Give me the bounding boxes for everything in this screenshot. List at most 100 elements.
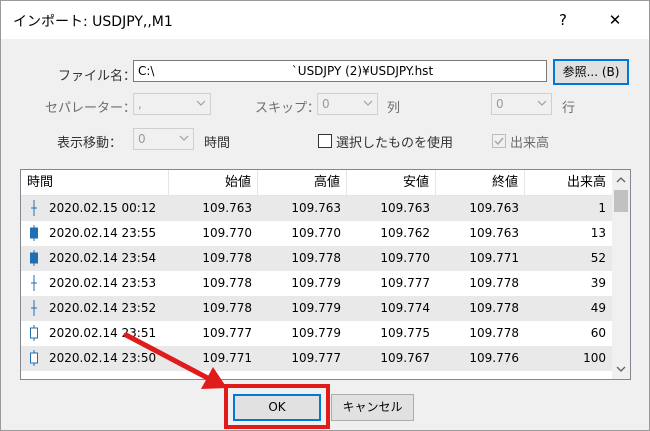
import-dialog: インポート: USDJPY,,M1 ? ✕ ファイル名： C:\ `USDJPY… xyxy=(0,0,650,431)
cell-high: 109.779 xyxy=(291,301,341,315)
row-value: 0 xyxy=(496,97,504,111)
table-row[interactable]: 2020.02.14 23:53 109.778 109.779 109.777 109… xyxy=(21,271,612,296)
close-button[interactable]: ✕ xyxy=(595,5,635,35)
cell-close: 109.778 xyxy=(469,301,519,315)
cell-close: 109.778 xyxy=(469,326,519,340)
scrollbar-thumb[interactable] xyxy=(614,190,628,212)
cell-volume: 52 xyxy=(590,251,606,265)
cell-volume: 13 xyxy=(590,226,606,240)
help-button[interactable]: ? xyxy=(543,5,583,35)
use-selected-checkbox[interactable] xyxy=(318,134,332,148)
bar-flat-icon xyxy=(31,200,37,216)
cell-open: 109.778 xyxy=(202,276,252,290)
row-select[interactable]: 0 xyxy=(491,93,552,115)
cell-volume: 60 xyxy=(590,326,606,340)
skip-value: 0 xyxy=(322,97,330,111)
cell-volume: 1 xyxy=(598,201,606,215)
cell-low: 109.763 xyxy=(380,201,430,215)
cell-low: 109.767 xyxy=(380,351,430,365)
vertical-scrollbar[interactable] xyxy=(612,170,630,379)
ok-highlight-box xyxy=(224,384,330,429)
cell-low: 109.774 xyxy=(380,301,430,315)
volume-checkbox[interactable] xyxy=(492,134,506,148)
cell-time: 2020.02.14 23:55 xyxy=(49,226,157,240)
time-shift-label: 表示移動： xyxy=(57,136,123,151)
title-bar: インポート: USDJPY,,M1 ? ✕ xyxy=(1,1,649,39)
cell-low: 109.762 xyxy=(380,226,430,240)
chevron-down-icon xyxy=(196,100,206,106)
cell-time: 2020.02.14 23:51 xyxy=(49,326,157,340)
column-header-high[interactable]: 高値 xyxy=(258,170,347,196)
chevron-down-icon xyxy=(179,135,189,141)
cell-close: 109.771 xyxy=(469,251,519,265)
cell-volume: 39 xyxy=(590,276,606,290)
dialog-title: インポート: USDJPY,,M1 xyxy=(13,14,173,30)
cell-volume: 100 xyxy=(583,351,606,365)
cell-time: 2020.02.14 23:50 xyxy=(49,351,157,365)
chevron-down-icon xyxy=(537,100,547,106)
cell-low: 109.775 xyxy=(380,326,430,340)
column-header-low[interactable]: 安値 xyxy=(347,170,436,196)
cell-time: 2020.02.14 23:52 xyxy=(49,301,157,315)
cell-open: 109.778 xyxy=(202,301,252,315)
cancel-button[interactable]: キャンセル xyxy=(331,394,414,421)
skip-select[interactable]: 0 xyxy=(317,93,378,115)
cell-high: 109.778 xyxy=(291,251,341,265)
time-shift-value: 0 xyxy=(138,132,146,146)
skip-label: スキップ： xyxy=(255,101,321,116)
column-header-close[interactable]: 終値 xyxy=(436,170,525,196)
table-row[interactable]: 2020.02.14 23:55 109.770 109.770 109.762 109… xyxy=(21,221,612,246)
chevron-down-icon xyxy=(363,100,373,106)
checkmark-icon xyxy=(494,137,504,146)
cell-high: 109.779 xyxy=(291,326,341,340)
use-selected-label: 選択したものを使用 xyxy=(336,136,454,151)
cell-high: 109.763 xyxy=(291,201,341,215)
row-unit-label: 行 xyxy=(562,101,576,116)
column-header-open[interactable]: 始値 xyxy=(169,170,258,196)
table-row[interactable]: 2020.02.14 23:52 109.778 109.779 109.774 109… xyxy=(21,296,612,321)
scroll-up-icon[interactable] xyxy=(615,175,627,185)
cell-close: 109.778 xyxy=(469,276,519,290)
file-name-field[interactable]: C:\ `USDJPY (2)¥USDJPY.hst xyxy=(133,60,547,82)
bar-flat-icon xyxy=(31,300,37,316)
table-row[interactable]: 2020.02.14 23:54 109.778 109.778 109.770 109… xyxy=(21,246,612,271)
cell-low: 109.770 xyxy=(380,251,430,265)
candle-up-icon xyxy=(30,325,38,341)
column-unit-label: 列 xyxy=(387,101,401,116)
cell-open: 109.778 xyxy=(202,251,252,265)
scroll-down-icon[interactable] xyxy=(615,364,627,374)
separator-select[interactable]: , xyxy=(133,93,211,115)
cell-high: 109.779 xyxy=(291,276,341,290)
cell-high: 109.770 xyxy=(291,226,341,240)
cell-volume: 49 xyxy=(590,301,606,315)
candle-up-icon xyxy=(30,350,38,366)
table-row[interactable]: 2020.02.14 23:50 109.771 109.777 109.767 109… xyxy=(21,346,612,371)
cell-close: 109.763 xyxy=(469,226,519,240)
cell-time: 2020.02.14 23:54 xyxy=(49,251,157,265)
cell-time: 2020.02.15 00:12 xyxy=(49,201,157,215)
cell-open: 109.777 xyxy=(202,326,252,340)
cell-time: 2020.02.14 23:53 xyxy=(49,276,157,290)
volume-label: 出来高 xyxy=(510,136,550,151)
time-shift-select[interactable]: 0 xyxy=(133,128,194,150)
bar-flat-icon xyxy=(31,275,37,291)
cell-close: 109.763 xyxy=(469,201,519,215)
table-row[interactable]: 2020.02.15 00:12 109.763 109.763 109.763 109… xyxy=(21,196,612,221)
separator-label: セパレーター： xyxy=(45,101,137,116)
column-header-time[interactable]: 時間 xyxy=(21,170,169,196)
cell-low: 109.777 xyxy=(380,276,430,290)
cell-high: 109.777 xyxy=(291,351,341,365)
cell-open: 109.770 xyxy=(202,226,252,240)
column-header-volume[interactable]: 出来高 xyxy=(525,170,612,196)
quotes-table[interactable]: 時間 始値 高値 安値 終値 出来高 2020.02.15 00:12 109.7… xyxy=(20,169,631,380)
file-name-label: ファイル名： xyxy=(58,69,137,84)
table-row[interactable]: 2020.02.14 23:51 109.777 109.779 109.775 109… xyxy=(21,321,612,346)
browse-button[interactable]: 参照... (B) xyxy=(553,59,629,85)
cell-open: 109.771 xyxy=(202,351,252,365)
table-header: 時間 始値 高値 安値 終値 出来高 xyxy=(21,170,612,196)
cell-open: 109.763 xyxy=(202,201,252,215)
candle-down-icon xyxy=(30,250,38,266)
candle-down-icon xyxy=(30,225,38,241)
cell-close: 109.776 xyxy=(469,351,519,365)
time-shift-unit: 時間 xyxy=(204,136,231,151)
